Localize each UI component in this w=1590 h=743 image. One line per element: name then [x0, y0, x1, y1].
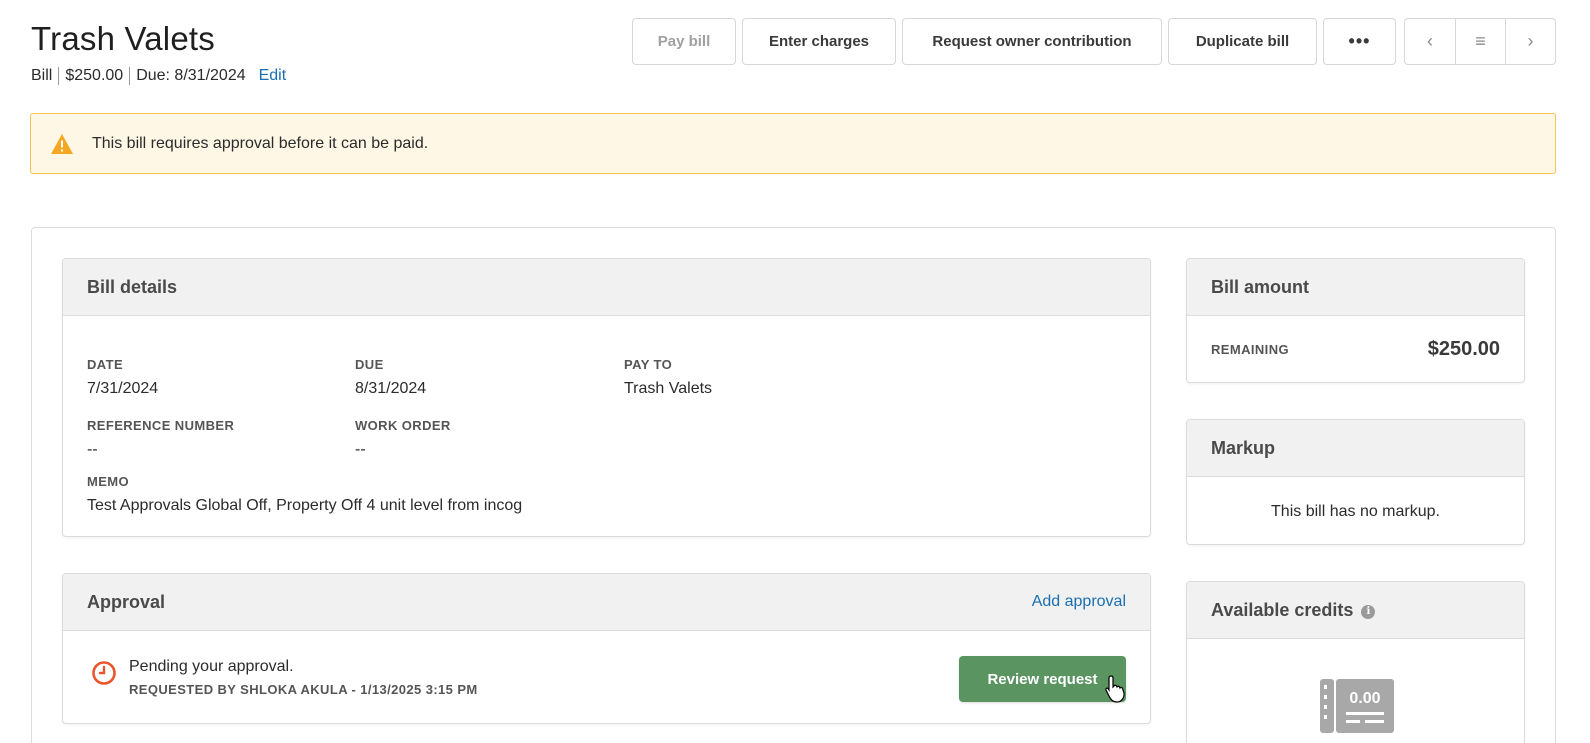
- edit-link[interactable]: Edit: [259, 67, 287, 85]
- add-approval-link[interactable]: Add approval: [1032, 593, 1126, 611]
- pay-to-field: PAY TO Trash Valets: [624, 357, 712, 398]
- pay-to-link[interactable]: Trash Valets: [624, 380, 712, 398]
- approval-title: Approval: [87, 591, 166, 612]
- approval-warning-banner: This bill requires approval before it ca…: [30, 113, 1556, 174]
- bill-meta: Bill $250.00 Due: 8/31/2024 Edit: [31, 67, 286, 85]
- date-field: DATE 7/31/2024: [87, 357, 158, 398]
- reference-number-field: REFERENCE NUMBER --: [87, 418, 234, 459]
- bill-details-card: Bill details DATE 7/31/2024 DUE 8/31/202…: [62, 258, 1151, 537]
- due-field: DUE 8/31/2024: [355, 357, 426, 398]
- available-credits-card: Available credits i 0.00: [1186, 581, 1525, 743]
- main-content: Bill details DATE 7/31/2024 DUE 8/31/202…: [31, 227, 1556, 743]
- clock-icon: [92, 661, 116, 685]
- due-label: DUE: [355, 357, 384, 372]
- bill-amount-title: Bill amount: [1211, 276, 1309, 297]
- bill-page: Trash Valets Bill $250.00 Due: 8/31/2024…: [0, 0, 1590, 743]
- bill-due: Due: 8/31/2024: [129, 67, 251, 85]
- request-owner-contribution-button[interactable]: Request owner contribution: [902, 18, 1162, 65]
- approval-status: Pending your approval.: [129, 658, 294, 675]
- hand-pointer-icon: [1105, 675, 1125, 703]
- available-credits-title: Available credits: [1211, 599, 1354, 620]
- approval-card: Approval Add approval Pending your appro…: [62, 573, 1151, 724]
- reference-number-label: REFERENCE NUMBER: [87, 418, 235, 433]
- bill-amount: $250.00: [58, 67, 129, 85]
- work-order-value: --: [355, 441, 366, 458]
- bill-details-header: Bill details: [63, 259, 1150, 316]
- memo-value: Test Approvals Global Off, Property Off …: [87, 497, 523, 514]
- date-value: 7/31/2024: [87, 380, 159, 397]
- approval-header: Approval Add approval: [63, 574, 1150, 631]
- review-request-button[interactable]: Review request: [959, 656, 1126, 702]
- bill-amount-card: Bill amount REMAINING $250.00: [1186, 258, 1525, 383]
- credit-amount: 0.00: [1349, 690, 1380, 707]
- work-order-field: WORK ORDER --: [355, 418, 451, 459]
- remaining-value: $250.00: [1427, 337, 1500, 360]
- approval-request-row: Pending your approval. REQUESTED BY SHLO…: [63, 632, 1150, 723]
- approval-requested-by: REQUESTED BY SHLOKA AKULA - 1/13/2025 3:…: [129, 682, 478, 697]
- banner-message: This bill requires approval before it ca…: [92, 134, 429, 152]
- bill-details-title: Bill details: [87, 276, 178, 297]
- list-view-icon[interactable]: ≡: [1455, 19, 1505, 64]
- previous-record-icon[interactable]: ‹: [1405, 19, 1455, 64]
- date-label: DATE: [87, 357, 124, 372]
- pay-to-label: PAY TO: [624, 357, 673, 372]
- pay-bill-button[interactable]: Pay bill: [632, 18, 736, 65]
- markup-message: This bill has no markup.: [1271, 503, 1440, 520]
- duplicate-bill-button[interactable]: Duplicate bill: [1168, 18, 1317, 65]
- more-actions-button[interactable]: •••: [1323, 18, 1396, 65]
- remaining-row: REMAINING $250.00: [1187, 316, 1524, 382]
- bill-amount-header: Bill amount: [1187, 259, 1524, 316]
- markup-header: Markup: [1187, 420, 1524, 477]
- action-toolbar: Pay bill Enter charges Request owner con…: [632, 18, 1556, 65]
- work-order-label: WORK ORDER: [355, 418, 451, 433]
- memo-label: MEMO: [87, 474, 130, 489]
- markup-card: Markup This bill has no markup.: [1186, 419, 1525, 545]
- remaining-label: REMAINING: [1211, 341, 1289, 357]
- due-value: 8/31/2024: [355, 380, 427, 397]
- record-navigation: ‹ ≡ ›: [1404, 18, 1556, 65]
- warning-icon: [51, 133, 73, 154]
- markup-title: Markup: [1211, 437, 1276, 458]
- enter-charges-button[interactable]: Enter charges: [742, 18, 896, 65]
- available-credits-header: Available credits i: [1187, 582, 1524, 639]
- memo-field: MEMO Test Approvals Global Off, Property…: [87, 474, 522, 515]
- info-icon[interactable]: i: [1361, 604, 1376, 619]
- available-credits-heading: Available credits i: [1211, 599, 1376, 621]
- bill-type: Bill: [31, 67, 53, 84]
- reference-number-value: --: [87, 441, 98, 458]
- next-record-icon[interactable]: ›: [1505, 19, 1555, 64]
- page-title: Trash Valets: [31, 20, 215, 57]
- credit-ticket-icon: 0.00: [1320, 679, 1394, 733]
